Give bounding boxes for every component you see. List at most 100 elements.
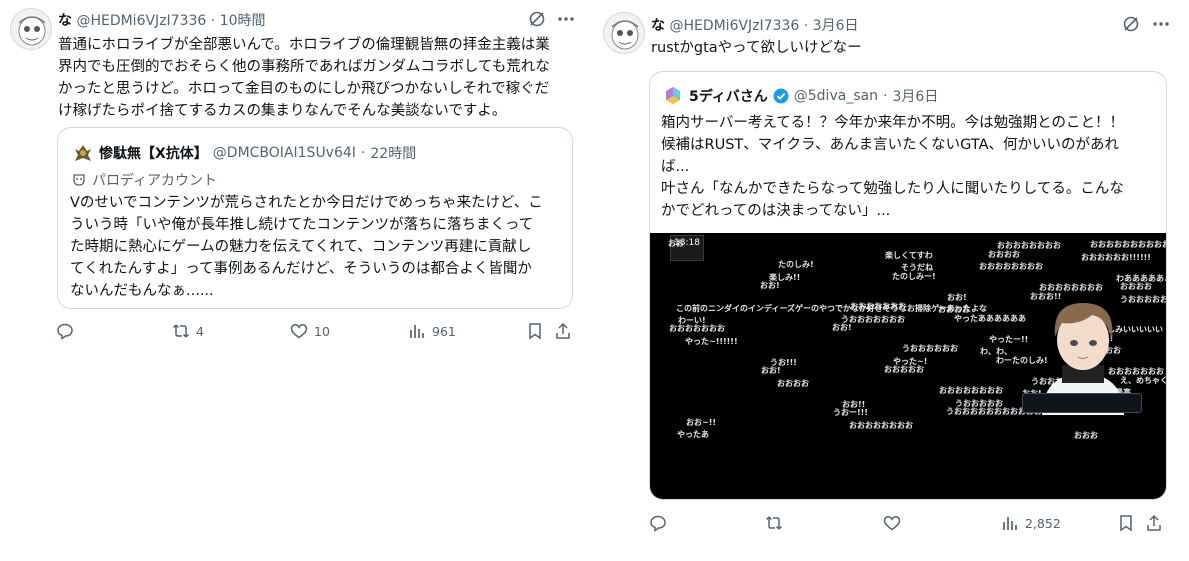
tweet-text-line: 普通にホロライブが全部悪いんで。ホロライブの倫理観皆無の拝金主義は業: [58, 37, 550, 53]
quote-avatar[interactable]: [72, 142, 94, 164]
quote-text-line: Vのせいでコンテンツが荒らされたとか今日だけでめっちゃ来たけど、こ: [70, 195, 543, 211]
quote-text: 箱内サーバー考えてる！？今年か来年か不明。今は勉強期とのこと！！ 候補はRUST…: [661, 112, 1157, 222]
timestamp[interactable]: 3月6日: [813, 18, 859, 34]
quote-avatar[interactable]: [662, 85, 684, 107]
danmaku-comment: おお!: [832, 323, 852, 332]
reply-button[interactable]: [56, 322, 80, 340]
danmaku-comment: うおー!!!: [833, 408, 868, 417]
action-bar: 4 10 961: [56, 322, 576, 344]
verified-icon: [773, 88, 789, 104]
danmaku-comment: おおおおおおおおおおおお: [1090, 240, 1166, 249]
danmaku-comment: おおおおお: [884, 365, 924, 374]
quote-timestamp[interactable]: 22時間: [370, 143, 416, 163]
bookmark-button[interactable]: [1117, 514, 1135, 532]
right-tweet[interactable]: な @HEDMi6VJzI7336 · 3月6日 rustかgtaやって欲しいけ…: [597, 0, 1189, 561]
retweet-count: 4: [196, 323, 204, 339]
reply-button[interactable]: [649, 514, 673, 532]
quote-handle[interactable]: @DMCBOIAI1SUv64I: [213, 145, 356, 161]
quote-handle[interactable]: @5diva_san: [794, 88, 878, 104]
danmaku-comment: やった~!!!!!!: [685, 336, 738, 346]
retweet-icon: [765, 516, 783, 530]
danmaku-comment: おおおおおおお: [669, 324, 725, 333]
tweet-text: 普通にホロライブが全部悪いんで。ホロライブの倫理観皆無の拝金主義は業 界内でも圧…: [58, 34, 588, 122]
parody-label: パロディアカウント: [72, 170, 217, 190]
views-icon: [1003, 517, 1017, 530]
display-name[interactable]: な: [58, 13, 72, 29]
share-button[interactable]: [1145, 514, 1163, 532]
quote-timestamp[interactable]: 3月6日: [893, 86, 939, 106]
danmaku-comment: うおおおおおおお: [841, 314, 905, 324]
timestamp[interactable]: 10時間: [220, 13, 266, 29]
video-thumbnail[interactable]: 18:18 おお おおおおおお!!!!!! おおおおおおおお たのしみー! おお! うおお…: [650, 233, 1166, 499]
quote-text-line: かでどれってのは決まってない」...: [661, 203, 891, 219]
quote-display-name[interactable]: 惨駄無【X抗体】: [99, 143, 208, 163]
share-icon: [1147, 514, 1161, 531]
grok-icon[interactable]: [528, 10, 546, 28]
quote-text-line: ういう時「いや俺が長年推し続けてたコンテンツが落ちに落ちまくって: [70, 217, 534, 233]
danmaku-comment: おお!: [947, 292, 967, 302]
bookmark-icon: [1120, 515, 1132, 532]
like-button[interactable]: [883, 514, 907, 532]
share-icon: [556, 322, 570, 339]
danmaku-comment: やったあ: [677, 430, 709, 439]
quoted-tweet-header: 5ディバさん @5diva_san · 3月6日: [662, 85, 938, 107]
danmaku-comment: おお~!!: [686, 417, 716, 427]
danmaku-comment: おおお: [1074, 431, 1098, 440]
stream-overlay-bar: [1022, 393, 1142, 413]
views-button[interactable]: 2,852: [1001, 514, 1061, 532]
views-button[interactable]: 961: [408, 322, 456, 340]
quote-display-name[interactable]: 5ディバさん: [689, 86, 768, 106]
grok-icon[interactable]: [1122, 15, 1140, 33]
more-icon[interactable]: [556, 9, 576, 29]
danmaku-comment: おおおおおおお: [850, 302, 906, 311]
danmaku-comment: やったああああああ: [954, 313, 1026, 323]
danmaku-comment: おおおおおおおお: [1039, 283, 1103, 292]
danmaku-comment: たのしみー!: [892, 271, 936, 281]
danmaku-comment: わ、わ、: [980, 347, 1012, 356]
action-bar: 2,852: [649, 514, 1169, 536]
quote-text-line: ないんだもんなぁ......: [70, 283, 214, 299]
quote-text-line: てくれたんすよ」って事例あるんだけど、そういうのは都合よく皆聞か: [70, 261, 532, 277]
display-name[interactable]: な: [651, 18, 665, 34]
quote-text-line: ば...: [661, 159, 690, 175]
danmaku-comment: おおおおおおおお: [997, 241, 1061, 250]
danmaku-comment: おおおおおおおお: [979, 262, 1043, 271]
like-icon: [290, 324, 308, 339]
left-tweet[interactable]: な @HEDMi6VJzI7336 · 10時間 普通にホロライブが全部悪いんで…: [0, 0, 590, 561]
avatar[interactable]: [10, 8, 52, 50]
quoted-tweet[interactable]: 5ディバさん @5diva_san · 3月6日 箱内サーバー考えてる！？今年か…: [649, 71, 1167, 500]
quote-text: Vのせいでコンテンツが荒らされたとか今日だけでめっちゃ来たけど、こ ういう時「い…: [70, 192, 566, 302]
handle[interactable]: @HEDMi6VJzI7336: [669, 18, 799, 34]
view-count: 961: [432, 323, 456, 339]
share-button[interactable]: [554, 322, 572, 340]
like-count: 10: [314, 323, 330, 339]
bookmark-icon: [529, 323, 541, 340]
quote-text-line: 候補はRUST、マイクラ、あんま言いたくないGTA、何かいいのがあれ: [661, 137, 1120, 153]
more-icon[interactable]: [1151, 14, 1171, 34]
danmaku-comment: うお!!!: [770, 357, 797, 367]
tweet-text: rustかgtaやって欲しいけどなー: [651, 40, 862, 56]
tweet-header: な @HEDMi6VJzI7336 · 3月6日: [651, 18, 859, 34]
danmaku-comment: そうだね: [901, 263, 933, 272]
danmaku-comment: おお!!: [842, 399, 866, 409]
view-count: 2,852: [1025, 515, 1061, 531]
avatar-sketch-icon: [18, 16, 46, 46]
avatar[interactable]: [603, 12, 645, 54]
quoted-tweet[interactable]: 惨駄無【X抗体】 @DMCBOIAI1SUv64I · 22時間 パロディアカウ…: [57, 127, 573, 309]
quote-text-line: た時期に熱心にゲームの魅力を伝えてくれて、コンテンツ再建に貢献し: [70, 239, 532, 255]
retweet-icon: [172, 324, 190, 338]
like-button[interactable]: 10: [290, 322, 330, 340]
danmaku-comment: おお!: [761, 366, 781, 375]
handle[interactable]: @HEDMi6VJzI7336: [76, 13, 206, 29]
quote-text-line: 箱内サーバー考えてる！？今年か来年か不明。今は勉強期とのこと！！: [661, 115, 1124, 131]
retweet-button[interactable]: [765, 514, 789, 532]
danmaku-comment: おおおおおお!!!!!!: [1081, 252, 1151, 262]
danmaku-comment: やった~!: [893, 356, 928, 366]
retweet-button[interactable]: 4: [172, 322, 204, 340]
tweet-text-line: かったと思うけど。ホロって金目のものにしか飛びつかないしそれで稼ぐだ: [58, 81, 550, 97]
avatar-sketch-icon: [611, 20, 639, 50]
parody-mask-icon: [73, 174, 85, 186]
danmaku-comment: おおおお: [988, 249, 1020, 259]
bookmark-button[interactable]: [526, 322, 544, 340]
quote-text-line: 叶さん「なんかできたらなって勉強したり人に聞いたりしてる。こんな: [661, 181, 1124, 197]
